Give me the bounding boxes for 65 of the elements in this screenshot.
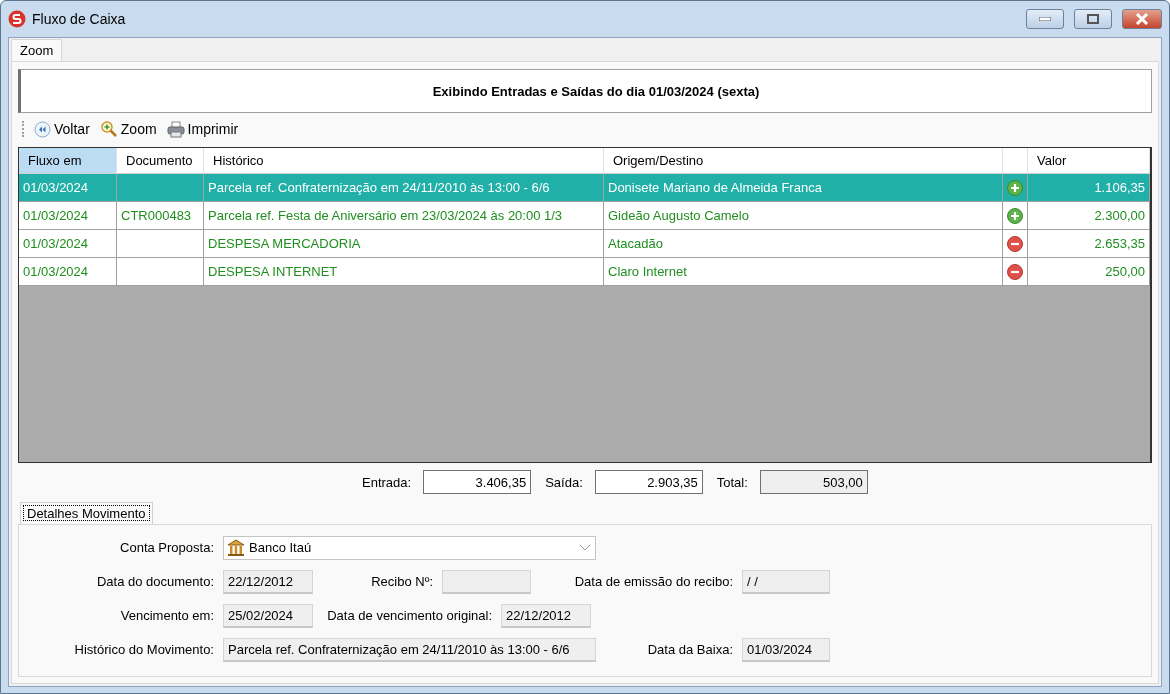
date-field[interactable]: 22/12/2012 <box>501 603 591 628</box>
field-label: Histórico do Movimento: <box>73 642 215 657</box>
field-label: Recibo Nº: <box>370 574 434 589</box>
total-field: 503,00 <box>759 470 868 494</box>
receipt-field[interactable] <box>442 569 531 594</box>
table-cell: Atacadão <box>604 230 1003 257</box>
app-logo-icon <box>8 10 26 28</box>
column-header[interactable]: Fluxo em <box>19 148 117 173</box>
toolbar-button[interactable]: Imprimir <box>164 120 241 138</box>
table-cell: 250,00 <box>1028 258 1150 285</box>
table-cell: 01/03/2024 <box>19 174 117 201</box>
table-cell: 01/03/2024 <box>19 258 117 285</box>
maximize-icon <box>1087 14 1099 24</box>
table-cell: Claro Internet <box>604 258 1003 285</box>
minus-icon <box>1007 235 1023 252</box>
toolbar-button[interactable]: Zoom <box>97 120 159 138</box>
table-cell: 01/03/2024 <box>19 202 117 229</box>
minimize-icon <box>1039 17 1051 21</box>
saida-field: 2.903,35 <box>594 470 703 494</box>
table-cell: 01/03/2024 <box>19 230 117 257</box>
table-cell: 2.300,00 <box>1028 202 1150 229</box>
saida-label: Saída: <box>545 474 583 490</box>
plus-icon <box>1007 179 1023 196</box>
window-title: Fluxo de Caixa <box>32 11 126 27</box>
table-cell: Donisete Mariano de Almeida Franca <box>604 174 1003 201</box>
plus-icon <box>1007 207 1023 224</box>
minimize-button[interactable] <box>1026 9 1064 29</box>
table-row[interactable]: 01/03/2024 CTR000483 Parcela ref. Festa de Aniversário em 23/03/2024 às 20:00 1/3 Gideão Augusto Camelo 2.300,00 <box>19 202 1150 230</box>
bank-icon <box>227 538 245 557</box>
table-cell: DESPESA INTERNET <box>204 258 604 285</box>
table-row[interactable]: 01/03/2024 DESPESA INTERNET Claro Internet 250,00 <box>19 258 1150 286</box>
date-field[interactable]: 22/12/2012 <box>223 569 313 594</box>
printer-icon <box>166 120 185 138</box>
tab[interactable]: Zoom <box>11 39 63 61</box>
close-button[interactable] <box>1122 9 1162 29</box>
minus-icon <box>1007 263 1023 280</box>
field-label: Data da Baixa: <box>646 642 734 657</box>
history-field[interactable]: Parcela ref. Confraternização em 24/11/2010 às 13:00 - 6/6 <box>223 637 596 662</box>
date-field[interactable]: 25/02/2024 <box>223 603 313 628</box>
field-label: Vencimento em: <box>119 608 215 623</box>
field-label: Data do documento: <box>95 574 215 589</box>
field-label: Conta Proposta: <box>119 540 215 555</box>
entrada-label: Entrada: <box>362 474 412 490</box>
rewind-icon <box>34 120 51 138</box>
header-title: Exibindo Entradas e Saídas do dia 01/03/2024 (sexta) <box>432 83 760 99</box>
table-cell: CTR000483 <box>117 202 204 229</box>
table-cell: 1.106,35 <box>1028 174 1150 201</box>
toolbar-button[interactable]: Voltar <box>32 120 92 138</box>
magnifier-icon <box>99 120 118 138</box>
account-dropdown[interactable]: Banco Itaú <box>223 535 596 560</box>
table-cell: Parcela ref. Confraternização em 24/11/2010 às 13:00 - 6/6 <box>204 174 604 201</box>
field-label: Data de emissão do recibo: <box>573 574 734 589</box>
date-field[interactable]: 01/03/2024 <box>742 637 830 662</box>
close-icon <box>1135 13 1149 25</box>
field-label: Data de vencimento original: <box>326 608 493 623</box>
table-cell: 2.653,35 <box>1028 230 1150 257</box>
table-cell: Parcela ref. Festa de Aniversário em 23/03/2024 às 20:00 1/3 <box>204 202 604 229</box>
total-label: Total: <box>716 474 748 490</box>
date-field[interactable]: / / <box>742 569 830 594</box>
entrada-field: 3.406,35 <box>423 470 532 494</box>
table-row[interactable]: 01/03/2024 DESPESA MERCADORIA Atacadão 2.653,35 <box>19 230 1150 258</box>
maximize-button[interactable] <box>1074 9 1112 29</box>
table-cell: Gideão Augusto Camelo <box>604 202 1003 229</box>
table-cell: DESPESA MERCADORIA <box>204 230 604 257</box>
tab[interactable]: Detalhes Movimento <box>20 502 153 524</box>
